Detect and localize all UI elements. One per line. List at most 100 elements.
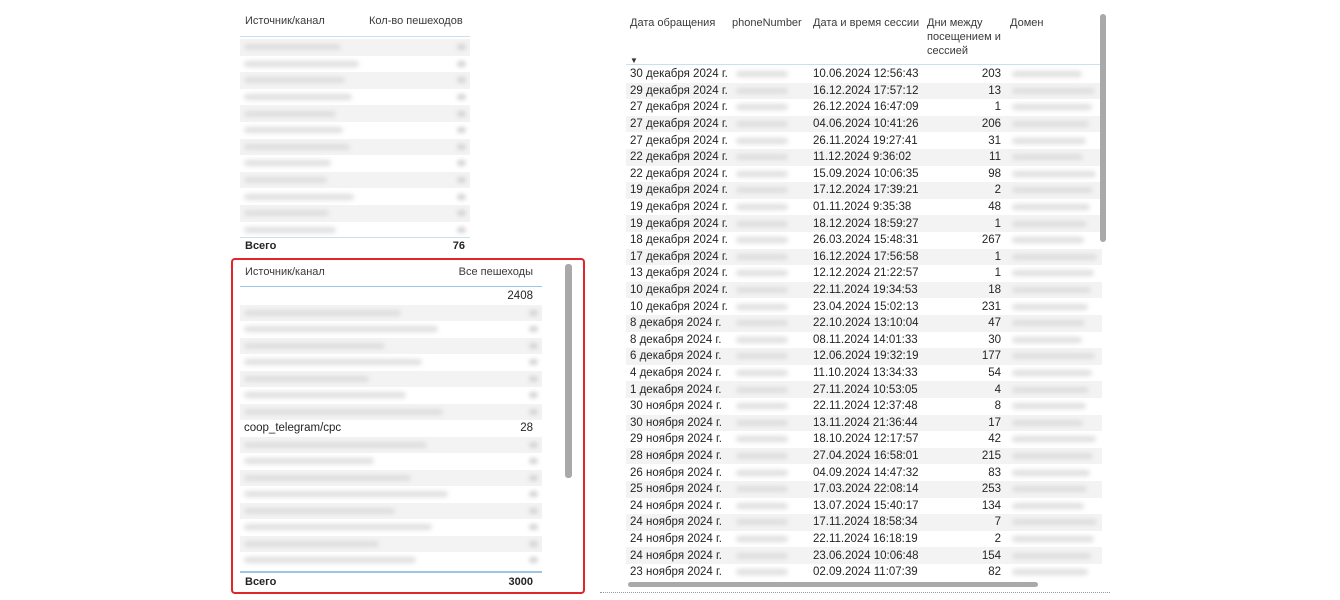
column-header-all-pedestrians[interactable]: Все пешеходы — [459, 266, 533, 278]
date-cell: 19 декабря 2024 г. — [630, 201, 728, 214]
table-row[interactable] — [240, 387, 542, 404]
table-row[interactable] — [240, 486, 542, 503]
session-datetime-cell: 22.10.2024 13:10:04 — [813, 317, 919, 330]
table-row[interactable] — [240, 39, 470, 56]
table-row[interactable]: 30 ноября 2024 г. 22.11.2024 12:37:48 8 — [626, 398, 1102, 415]
table-row[interactable]: 8 декабря 2024 г. 22.10.2024 13:10:04 47 — [626, 315, 1102, 332]
table-row[interactable]: 13 декабря 2024 г. 12.12.2024 21:22:57 1 — [626, 265, 1102, 282]
date-cell: 17 декабря 2024 г. — [630, 250, 728, 263]
table-row[interactable] — [240, 171, 470, 189]
table-row[interactable] — [240, 188, 470, 205]
redacted-domain-cell — [1012, 204, 1098, 211]
table-row[interactable] — [240, 304, 542, 321]
table-row[interactable]: 29 ноября 2024 г. 18.10.2024 12:17:57 42 — [626, 431, 1102, 448]
column-header-date[interactable]: Дата обращения — [630, 16, 715, 30]
days-between-cell: 134 — [981, 499, 1001, 512]
table-row[interactable]: 27 декабря 2024 г. 26.11.2024 19:27:41 31 — [626, 132, 1102, 149]
table-row[interactable] — [240, 354, 542, 371]
table-row[interactable]: 18 декабря 2024 г. 26.03.2024 15:48:31 267 — [626, 232, 1102, 249]
redacted-phone-blur — [736, 519, 788, 526]
table-row[interactable]: 23 ноября 2024 г. 02.09.2024 11:07:39 82 — [626, 564, 1102, 581]
redacted-phone-cell — [736, 220, 796, 227]
table-row[interactable]: 28 ноября 2024 г. 27.04.2024 16:58:01 215 — [626, 447, 1102, 465]
table-row[interactable]: 10 декабря 2024 г. 22.11.2024 19:34:53 18 — [626, 281, 1102, 299]
redacted-source-cell — [244, 309, 401, 316]
column-header-source[interactable]: Источник/канал — [245, 15, 325, 27]
table-row[interactable]: 6 декабря 2024 г. 12.06.2024 19:32:19 177 — [626, 348, 1102, 365]
table-row[interactable]: 24 ноября 2024 г. 17.11.2024 18:58:34 7 — [626, 514, 1102, 531]
table-row[interactable] — [240, 469, 542, 486]
table-row[interactable]: 25 ноября 2024 г. 17.03.2024 22:08:14 253 — [626, 481, 1102, 498]
table-row[interactable] — [240, 222, 470, 239]
table-row[interactable]: 24 ноября 2024 г. 22.11.2024 16:18:19 2 — [626, 531, 1102, 548]
column-header-phone[interactable]: phoneNumber — [732, 16, 802, 30]
table-row[interactable] — [240, 89, 470, 106]
table-row[interactable]: 27 декабря 2024 г. 04.06.2024 10:41:26 206 — [626, 115, 1102, 133]
redacted-phone-cell — [736, 320, 796, 327]
table-row[interactable]: 30 декабря 2024 г. 10.06.2024 12:56:43 203 — [626, 66, 1102, 83]
table-row[interactable] — [240, 122, 470, 139]
table-row[interactable] — [240, 337, 542, 354]
table-row[interactable] — [240, 519, 542, 536]
table-row[interactable]: 30 ноября 2024 г. 13.11.2024 21:36:44 17 — [626, 414, 1102, 432]
redacted-phone-cell — [736, 104, 796, 111]
column-header-days[interactable]: Дни между посещением и сессией — [927, 16, 1007, 58]
redacted-domain-cell — [1012, 436, 1098, 443]
vertical-scrollbar[interactable] — [565, 264, 572, 478]
table-row[interactable]: 26 ноября 2024 г. 04.09.2024 14:47:32 83 — [626, 464, 1102, 481]
table-row[interactable] — [240, 105, 470, 122]
redacted-domain-blur — [1012, 552, 1091, 559]
table-row[interactable] — [240, 56, 470, 73]
redacted-phone-cell — [736, 237, 796, 244]
table-row[interactable]: 8 декабря 2024 г. 08.11.2024 14:01:33 30 — [626, 332, 1102, 349]
table-row[interactable]: 27 декабря 2024 г. 26.12.2024 16:47:09 1 — [626, 99, 1102, 116]
table-row[interactable] — [240, 138, 470, 156]
redacted-phone-blur — [736, 419, 788, 426]
column-header-session[interactable]: Дата и время сессии — [813, 16, 919, 30]
table-row[interactable] — [240, 502, 542, 519]
column-header-source[interactable]: Источник/канал — [245, 266, 325, 278]
table-row[interactable]: 22 декабря 2024 г. 11.12.2024 9:36:02 11 — [626, 149, 1102, 166]
table-row[interactable]: 19 декабря 2024 г. 17.12.2024 17:39:21 2 — [626, 182, 1102, 199]
table-row[interactable]: 4 декабря 2024 г. 11.10.2024 13:34:33 54 — [626, 365, 1102, 382]
redacted-domain-cell — [1012, 104, 1098, 111]
table-row[interactable]: 24 ноября 2024 г. 23.06.2024 10:06:48 154 — [626, 547, 1102, 564]
table-row[interactable] — [240, 535, 542, 552]
horizontal-scrollbar[interactable] — [628, 582, 1038, 587]
redacted-phone-blur — [736, 336, 788, 343]
session-datetime-cell: 08.11.2024 14:01:33 — [813, 333, 918, 346]
table-row[interactable] — [240, 552, 542, 569]
table-row[interactable]: 1 декабря 2024 г. 27.11.2024 10:53:05 4 — [626, 381, 1102, 398]
table-row[interactable]: 19 декабря 2024 г. 18.12.2024 18:59:27 1 — [626, 215, 1102, 232]
table-row[interactable] — [240, 321, 542, 338]
table-row[interactable]: 2408 — [240, 288, 542, 305]
table-row[interactable] — [240, 204, 470, 222]
redacted-source-cell — [244, 44, 341, 51]
session-datetime-cell: 02.09.2024 11:07:39 — [813, 566, 918, 579]
table-row[interactable]: coop_telegram/cpc 28 — [240, 420, 542, 437]
table-row[interactable] — [240, 370, 542, 387]
table-row[interactable] — [240, 403, 542, 420]
date-cell: 8 декабря 2024 г. — [630, 333, 722, 346]
table-row[interactable]: 22 декабря 2024 г. 15.09.2024 10:06:35 98 — [626, 166, 1102, 183]
table-row[interactable]: 24 ноября 2024 г. 13.07.2024 15:40:17 134 — [626, 498, 1102, 515]
redacted-domain-blur — [1012, 87, 1095, 94]
header-divider — [240, 286, 542, 287]
redacted-phone-cell — [736, 204, 796, 211]
table-row[interactable]: 29 декабря 2024 г. 16.12.2024 17:57:12 13 — [626, 82, 1102, 100]
table-row[interactable]: 19 декабря 2024 г. 01.11.2024 9:35:38 48 — [626, 199, 1102, 216]
column-header-count[interactable]: Кол-во пешеходов — [369, 15, 463, 27]
date-cell: 30 ноября 2024 г. — [630, 416, 722, 429]
visual-bottom-border — [600, 592, 1110, 594]
table-row[interactable]: 10 декабря 2024 г. 23.04.2024 15:02:13 231 — [626, 298, 1102, 315]
table-row[interactable]: 17 декабря 2024 г. 16.12.2024 17:56:58 1 — [626, 248, 1102, 266]
table-row[interactable] — [240, 436, 542, 453]
table-row[interactable] — [240, 453, 542, 470]
vertical-scrollbar[interactable] — [1100, 14, 1106, 242]
redacted-value-cell — [529, 359, 538, 366]
table-row[interactable] — [240, 155, 470, 172]
session-datetime-cell: 15.09.2024 10:06:35 — [813, 167, 919, 180]
redacted-domain-cell — [1012, 569, 1098, 576]
table-row[interactable] — [240, 72, 470, 89]
column-header-domain[interactable]: Домен — [1010, 16, 1043, 30]
